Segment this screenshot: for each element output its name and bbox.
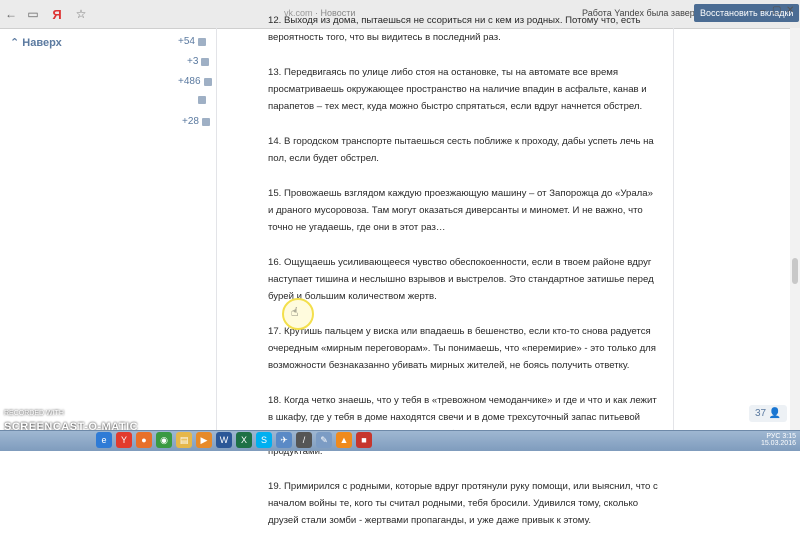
post-text: 12. Выходя из дома, пытаешься не ссорить…	[268, 12, 660, 547]
up-link[interactable]: ⌃ Наверх	[10, 36, 62, 49]
gear-icon	[201, 117, 210, 126]
yandex-logo[interactable]: Я	[44, 7, 70, 22]
left-sidebar: ⌃ Наверх +54 +3 +486 +28	[0, 28, 215, 430]
paragraph-16: 16. Ощущаешь усиливающееся чувство обесп…	[268, 257, 654, 302]
ie-icon[interactable]: e	[96, 432, 112, 448]
maximize-icon[interactable]: ▢	[772, 5, 781, 16]
language-indicator: РУС	[766, 433, 781, 440]
scrollbar-thumb[interactable]	[792, 258, 798, 284]
paragraph-17: 17. Крутишь пальцем у виска или впадаешь…	[268, 326, 656, 371]
up-label: Наверх	[22, 37, 62, 49]
close-icon[interactable]: ✕	[786, 5, 794, 16]
paragraph-12: 12. Выходя из дома, пытаешься не ссорить…	[268, 15, 641, 43]
paragraph-13: 13. Передвигаясь по улице либо стоя на о…	[268, 67, 647, 112]
clock-time: 3:15	[782, 433, 796, 440]
friends-counter[interactable]: +54	[178, 36, 206, 47]
app-icon[interactable]: ■	[356, 432, 372, 448]
mic-icon[interactable]: /	[296, 432, 312, 448]
chrome-icon[interactable]: ◉	[156, 432, 172, 448]
chat-counter[interactable]	[198, 96, 206, 104]
plane-icon[interactable]: ✈	[276, 432, 292, 448]
chat-icon	[198, 96, 206, 104]
star-icon[interactable]: ☆	[70, 3, 92, 25]
settings-counter[interactable]: +28	[182, 116, 210, 127]
groups-counter[interactable]: +486	[178, 76, 212, 87]
back-arrow-icon[interactable]: ←	[0, 3, 22, 25]
clock-date: 15.03.2016	[760, 440, 796, 447]
chevron-up-icon: ⌃	[10, 37, 20, 49]
folder-icon[interactable]: ▤	[176, 432, 192, 448]
yandex-icon[interactable]: Y	[116, 432, 132, 448]
paragraph-14: 14. В городском транспорте пытаешься сес…	[268, 136, 654, 164]
hand-cursor-icon: ☝	[291, 305, 299, 319]
excel-icon[interactable]: X	[236, 432, 252, 448]
firefox-icon[interactable]: ●	[136, 432, 152, 448]
taskbar-icons: e Y ● ◉ ▤ ▶ W X S ✈ / ✎ ▲ ■	[96, 432, 372, 448]
messages-counter[interactable]: +3	[187, 56, 210, 67]
system-tray[interactable]: РУС 3:15 15.03.2016	[716, 433, 796, 447]
users-icon	[203, 77, 212, 86]
content-divider-left	[216, 28, 217, 430]
content-divider-right	[673, 28, 674, 430]
minimize-icon[interactable]: –	[760, 5, 766, 16]
skype-icon[interactable]: S	[256, 432, 272, 448]
mail-icon	[201, 57, 210, 66]
paragraph-15: 15. Провожаешь взглядом каждую проезжающ…	[268, 188, 653, 233]
tabs-icon[interactable]: ▭	[22, 3, 44, 25]
vlc-icon[interactable]: ▲	[336, 432, 352, 448]
user-icon	[197, 37, 206, 46]
restore-tabs-button[interactable]: Восстановить вкладки	[694, 4, 800, 22]
scrollbar[interactable]	[790, 28, 800, 430]
user-icon: 👤	[768, 408, 782, 419]
word-icon[interactable]: W	[216, 432, 232, 448]
paint-icon[interactable]: ✎	[316, 432, 332, 448]
paragraph-19: 19. Примирился с родными, которые вдруг …	[268, 481, 658, 526]
online-friends-button[interactable]: 37 👤	[749, 405, 788, 422]
media-icon[interactable]: ▶	[196, 432, 212, 448]
